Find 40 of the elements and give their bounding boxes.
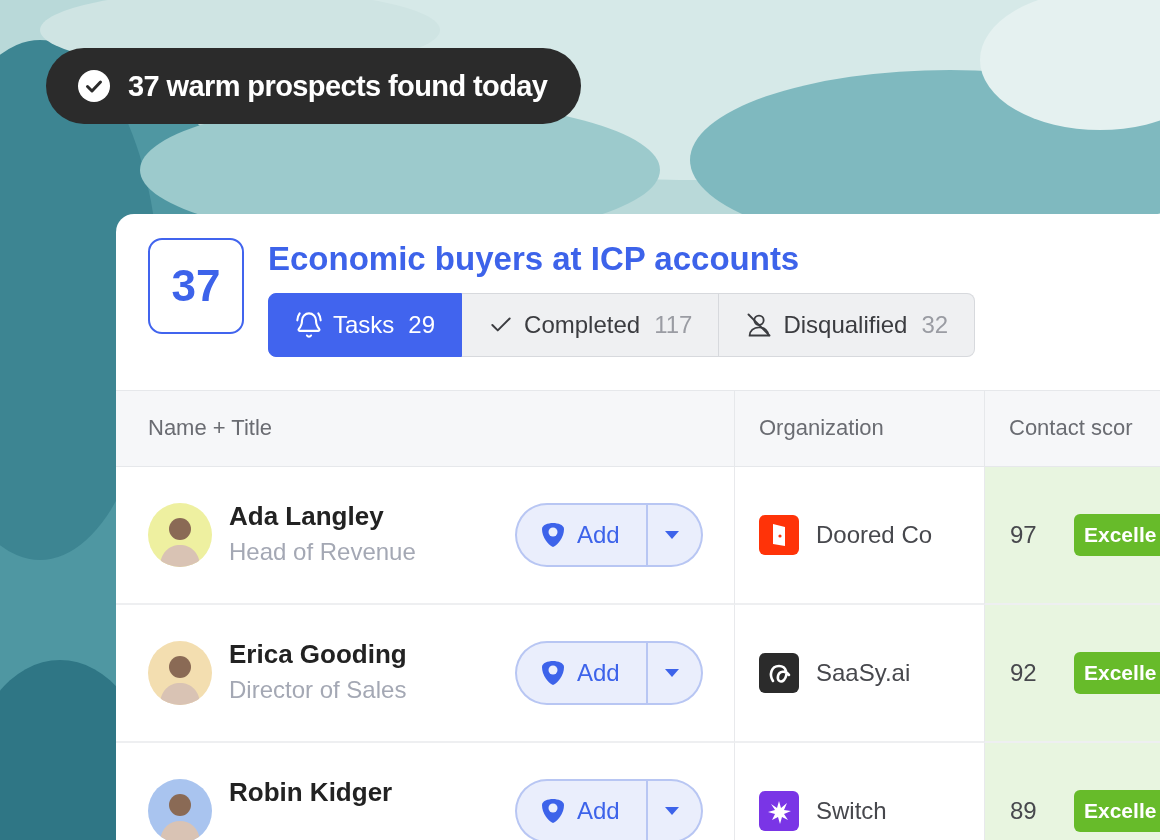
caret-icon <box>663 667 680 678</box>
caret-icon <box>663 805 680 816</box>
loop-icon <box>759 652 799 693</box>
splash-icon <box>759 790 799 831</box>
column-header: Contact scor <box>985 389 1160 467</box>
contact-name: Erica Gooding <box>229 638 407 670</box>
dropdown-button[interactable] <box>647 502 703 567</box>
contact-score: 97 <box>1010 520 1038 549</box>
dropdown-button[interactable] <box>647 640 703 705</box>
contact-title: Director of Sales <box>229 675 407 704</box>
tab[interactable]: Tasks 29 <box>268 292 463 357</box>
contact-name: Ada Langley <box>229 500 385 532</box>
column-header: Name + Title <box>116 389 735 467</box>
bell-icon <box>295 310 323 339</box>
contact-name: Robin Kidger <box>229 776 393 808</box>
door-icon <box>759 514 799 555</box>
add-button[interactable]: Add <box>515 640 647 705</box>
column-header: Organization <box>735 389 985 467</box>
organization-name: Switch <box>816 796 887 825</box>
organization-name: Doored Co <box>816 520 933 549</box>
add-button[interactable]: Add <box>515 502 647 567</box>
contact-score: 89 <box>1010 796 1038 825</box>
organization-name: SaaSy.ai <box>816 658 911 687</box>
check-circle-icon <box>78 70 110 102</box>
list-title: Economic buyers at ICP accounts <box>268 239 801 279</box>
score-rating: Excelle <box>1074 651 1160 694</box>
list-count: 37 <box>148 238 244 334</box>
contact-title: Head of Revenue <box>229 537 416 566</box>
score-rating: Excelle <box>1074 513 1160 556</box>
dropdown-button[interactable] <box>647 778 703 840</box>
contact-score: 92 <box>1010 658 1038 687</box>
caret-icon <box>663 529 680 540</box>
shield-icon <box>539 658 567 687</box>
tab[interactable]: Completed 117 <box>462 292 720 357</box>
tab[interactable]: Disqualified 32 <box>719 292 976 357</box>
shield-icon <box>539 796 567 825</box>
score-rating: Excelle <box>1074 789 1160 832</box>
add-button[interactable]: Add <box>515 778 647 840</box>
shield-icon <box>539 520 567 549</box>
toast-message: 37 warm prospects found today <box>128 69 548 103</box>
